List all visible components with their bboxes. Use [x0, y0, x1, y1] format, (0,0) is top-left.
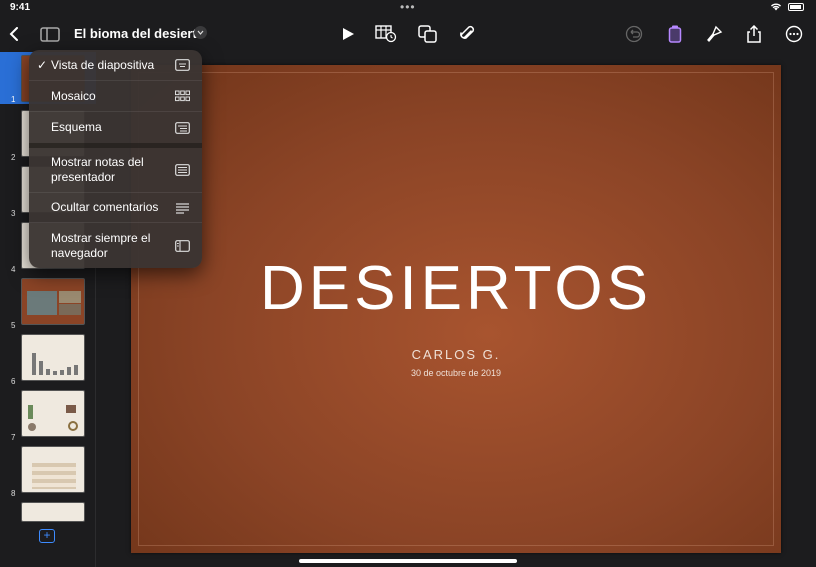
status-time: 9:41 [10, 2, 31, 13]
notes-icon [175, 164, 190, 176]
thumbnail-image [21, 334, 85, 381]
back-icon[interactable] [2, 22, 26, 46]
table-icon[interactable] [374, 22, 398, 46]
menu-item-label: Mosaico [51, 88, 96, 103]
slide-number: 8 [11, 489, 16, 498]
sidebar-icon[interactable] [38, 22, 62, 46]
slide-author[interactable]: CARLOS G. [131, 347, 781, 362]
slide-thumbnail[interactable]: 8 [0, 446, 96, 498]
slide-number: 4 [11, 265, 16, 274]
slide-number: 6 [11, 377, 16, 386]
status-icons [770, 2, 804, 11]
slide-canvas[interactable]: DESIERTOS CARLOS G. 30 de octubre de 201… [97, 52, 816, 567]
document-title[interactable]: El bioma del desierto [74, 26, 205, 41]
multitasking-dots[interactable]: ••• [400, 0, 416, 14]
more-icon[interactable] [782, 22, 806, 46]
slide-date[interactable]: 30 de octubre de 2019 [131, 368, 781, 378]
slide-thumbnail[interactable]: 7 [0, 390, 96, 442]
undo-icon[interactable] [622, 22, 646, 46]
view-menu: ✓ Vista de diapositiva Mosaico Esquema M… [29, 50, 202, 268]
status-bar: 9:41 ••• [0, 0, 816, 16]
shapes-icon[interactable] [416, 22, 440, 46]
slide-view-icon [175, 59, 190, 71]
slide-number: 5 [11, 321, 16, 330]
wifi-icon [771, 3, 781, 11]
attachment-icon[interactable] [455, 22, 479, 46]
menu-item-outline[interactable]: Esquema [29, 111, 202, 143]
menu-item-light-table[interactable]: Mosaico [29, 80, 202, 111]
menu-item-label: Ocultar comentarios [51, 200, 159, 214]
menu-item-presenter-notes[interactable]: Mostrar notas del presentador [29, 143, 202, 192]
current-slide[interactable]: DESIERTOS CARLOS G. 30 de octubre de 201… [131, 65, 781, 553]
slide-number: 3 [11, 209, 16, 218]
menu-item-label: Mostrar notas del presentador [51, 155, 144, 184]
slide-number: 1 [11, 95, 16, 104]
add-slide-button[interactable]: + [39, 529, 55, 543]
slide-number: 2 [11, 153, 16, 162]
thumbnail-image [21, 446, 85, 493]
chevron-down-icon[interactable] [194, 26, 207, 39]
battery-icon [788, 2, 804, 11]
slide-title[interactable]: DESIERTOS [131, 253, 781, 324]
thumbnail-image [21, 390, 85, 437]
play-icon[interactable] [336, 22, 360, 46]
outline-icon [175, 121, 190, 134]
menu-item-label: Esquema [51, 120, 102, 134]
slide-thumbnail[interactable] [0, 502, 96, 522]
menu-item-label: Mostrar siempre el navegador [51, 230, 151, 260]
menu-item-label: Vista de diapositiva [51, 57, 155, 72]
grid-icon [175, 90, 190, 102]
format-icon[interactable] [663, 22, 687, 46]
menu-item-always-show-navigator[interactable]: Mostrar siempre el navegador [29, 222, 202, 268]
navigator-icon [175, 239, 190, 252]
comments-icon [176, 202, 189, 214]
thumbnail-image [21, 502, 85, 522]
slide-thumbnail[interactable]: 5 [0, 278, 96, 330]
thumbnail-image [21, 278, 85, 325]
toolbar: El bioma del desierto [0, 18, 816, 50]
home-indicator[interactable] [299, 559, 517, 563]
share-icon[interactable] [742, 22, 766, 46]
brush-icon[interactable] [702, 22, 726, 46]
checkmark-icon: ✓ [37, 58, 48, 72]
slide-thumbnail[interactable]: 6 [0, 334, 96, 386]
menu-item-slide-view[interactable]: ✓ Vista de diapositiva [29, 50, 202, 80]
menu-item-hide-comments[interactable]: Ocultar comentarios [29, 192, 202, 222]
slide-number: 7 [11, 433, 16, 442]
